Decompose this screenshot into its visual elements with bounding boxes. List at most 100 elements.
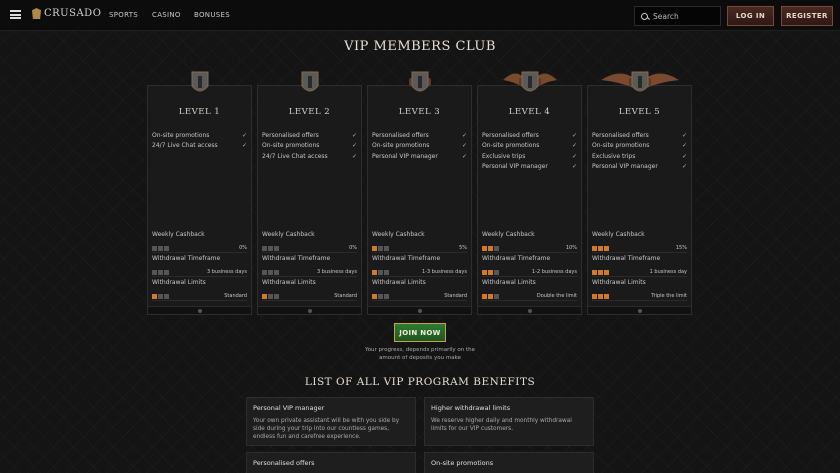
nav-casino[interactable]: CASINO	[152, 11, 181, 19]
perk-item: On-site promotions ✓	[262, 141, 357, 152]
site-logo[interactable]: CRUSADO	[32, 8, 101, 19]
perk-label: On-site promotions	[152, 131, 210, 139]
section-label: Withdrawal Limits	[152, 279, 206, 286]
level-name: LEVEL 3	[398, 107, 441, 117]
level-bars	[482, 245, 499, 251]
join-now-button[interactable]: JOIN NOW	[394, 323, 446, 342]
level-bar-segment	[164, 293, 169, 299]
level-bars	[592, 269, 609, 275]
section-label: Withdrawal Timeframe	[482, 255, 551, 262]
logo-text: CRUSADO	[44, 8, 102, 19]
page-title: VIP MEMBERS CLUB	[344, 39, 496, 54]
level-bar-segment	[482, 245, 487, 251]
level-bar-segment	[152, 245, 157, 251]
check-icon: ✓	[241, 142, 247, 150]
limits-row: Standard	[152, 292, 247, 301]
timeframe-row: 3 business days	[152, 268, 247, 277]
check-icon: ✓	[461, 131, 467, 139]
timeframe-value: 3 business days	[207, 269, 247, 275]
level-bar-segment	[488, 269, 493, 275]
search-box[interactable]	[634, 6, 721, 26]
cashback-row: 0%	[262, 244, 357, 253]
level-emblem-icon	[191, 71, 208, 92]
level-bar-segment	[592, 293, 597, 299]
perk-item: Personalised offers ✓	[482, 130, 577, 141]
level-bar-segment	[372, 245, 377, 251]
perk-list: Personalised offers ✓ On-site promotions ✓ E…	[482, 130, 577, 172]
section-label: Withdrawal Timeframe	[152, 255, 221, 262]
level-bar-segment	[488, 293, 493, 299]
level-name: LEVEL 2	[288, 107, 331, 117]
level-bars	[262, 293, 279, 299]
level-bar-segment	[262, 293, 267, 299]
level-bar-segment	[384, 293, 389, 299]
section-label: Weekly Cashback	[262, 231, 315, 238]
level-emblem-icon	[502, 71, 557, 92]
cashback-value: 0%	[349, 245, 357, 251]
cashback-value: 15%	[675, 245, 687, 251]
level-bar-segment	[604, 245, 609, 251]
perk-label: Exclusive trips	[482, 152, 526, 160]
level-bar-segment	[598, 245, 603, 251]
cashback-row: 10%	[482, 244, 577, 253]
level-card-2: LEVEL 2 Personalised offers ✓ On-site promo…	[257, 71, 362, 315]
check-icon: ✓	[351, 142, 357, 150]
perk-label: On-site promotions	[262, 142, 320, 150]
join-note: Your progress, depends primarily on the …	[364, 347, 476, 361]
level-bar-segment	[372, 269, 377, 275]
level-bar-segment	[158, 269, 163, 275]
level-bar-segment	[268, 293, 273, 299]
limits-value: Standard	[444, 293, 467, 299]
register-button[interactable]: REGISTER	[781, 6, 833, 26]
level-name: LEVEL 4	[508, 107, 551, 117]
limits-value: Standard	[224, 293, 247, 299]
cashback-value: 5%	[459, 245, 467, 251]
level-card-4: LEVEL 4 Personalised offers ✓ On-site promo…	[477, 71, 582, 315]
limits-value: Double the limit	[536, 293, 577, 299]
timeframe-value: 1-2 business days	[532, 269, 577, 275]
timeframe-row: 1-2 business days	[482, 268, 577, 277]
perk-item: On-site promotions ✓	[482, 141, 577, 152]
section-label: Withdrawal Limits	[262, 279, 316, 286]
nav-sports[interactable]: SPORTS	[109, 11, 138, 19]
level-bar-segment	[378, 269, 383, 275]
level-bar-segment	[482, 293, 487, 299]
dot-icon	[307, 308, 312, 313]
cashback-value: 10%	[565, 245, 577, 251]
nav-bonuses[interactable]: BONUSES	[194, 11, 230, 19]
perk-item: Personalised offers ✓	[372, 130, 467, 141]
check-icon: ✓	[571, 163, 577, 171]
level-bar-segment	[384, 269, 389, 275]
level-bar-segment	[372, 293, 377, 299]
level-bar-segment	[262, 245, 267, 251]
level-card-5: LEVEL 5 Personalised offers ✓ On-site promo…	[587, 71, 692, 315]
limits-row: Standard	[372, 292, 467, 301]
dot-icon	[197, 308, 202, 313]
check-icon: ✓	[461, 152, 467, 160]
section-label: Withdrawal Timeframe	[372, 255, 441, 262]
benefit-card-personalised-offers: Personalised offers	[246, 452, 416, 473]
level-bars	[592, 245, 609, 251]
search-icon	[641, 12, 648, 20]
benefit-title: On-site promotions	[431, 459, 494, 467]
perk-item: 24/7 Live Chat access ✓	[262, 151, 357, 162]
perk-label: Personalised offers	[262, 131, 319, 139]
section-label: Withdrawal Limits	[372, 279, 426, 286]
benefit-title: Personal VIP manager	[253, 404, 325, 412]
login-button[interactable]: LOG IN	[727, 6, 774, 26]
level-bar-segment	[152, 269, 157, 275]
perk-label: On-site promotions	[372, 142, 430, 150]
level-bar-segment	[488, 245, 493, 251]
section-label: Withdrawal Timeframe	[592, 255, 661, 262]
hamburger-menu-icon[interactable]	[10, 10, 21, 19]
search-input[interactable]	[653, 11, 713, 21]
perk-list: Personalised offers ✓ On-site promotions ✓ E…	[592, 130, 687, 172]
limits-row: Double the limit	[482, 292, 577, 301]
perk-label: Personal VIP manager	[592, 163, 658, 171]
level-bars	[592, 293, 609, 299]
perk-item: 24/7 Live Chat access ✓	[152, 141, 247, 152]
perk-label: 24/7 Live Chat access	[262, 152, 328, 160]
level-card-1: LEVEL 1 On-site promotions ✓ 24/7 Live Chat…	[147, 71, 252, 315]
benefit-title: Personalised offers	[253, 459, 315, 467]
level-bar-segment	[384, 245, 389, 251]
